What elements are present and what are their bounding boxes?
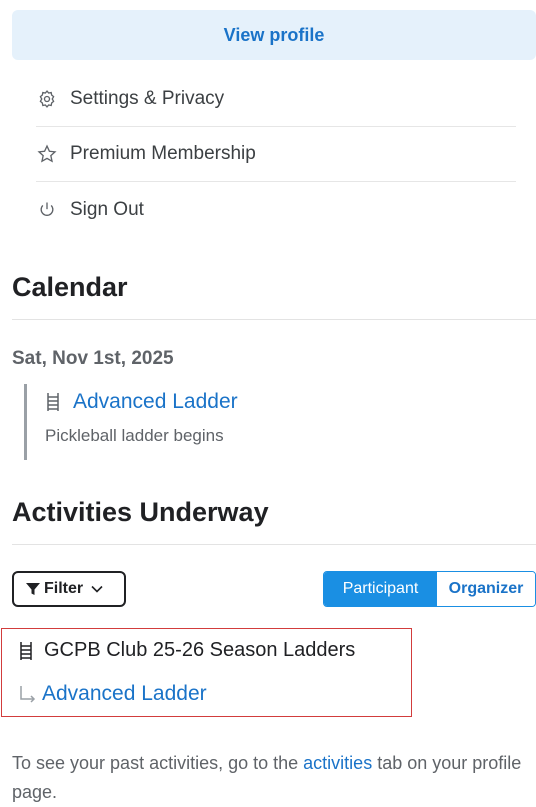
- activity-item: GCPB Club 25-26 Season Ladders Advanced …: [1, 628, 412, 717]
- participant-tab[interactable]: Participant: [324, 572, 437, 606]
- activity-parent: GCPB Club 25-26 Season Ladders: [18, 639, 355, 662]
- menu-item-sign-out[interactable]: Sign Out: [36, 182, 516, 237]
- calendar-date: Sat, Nov 1st, 2025: [12, 348, 174, 369]
- power-icon: [36, 199, 58, 221]
- activity-child-link[interactable]: Advanced Ladder: [18, 682, 207, 706]
- chevron-down-icon: [91, 585, 103, 593]
- ladder-icon: [18, 641, 34, 661]
- star-icon: [36, 143, 58, 165]
- role-toggle: Participant Organizer: [323, 571, 536, 607]
- calendar-event-description: Pickleball ladder begins: [45, 426, 224, 445]
- menu-item-label: Sign Out: [70, 198, 144, 220]
- activity-parent-title: GCPB Club 25-26 Season Ladders: [44, 639, 356, 661]
- past-activities-note: To see your past activities, go to the a…: [12, 749, 536, 807]
- calendar-heading: Calendar: [12, 272, 128, 302]
- footnote-text-before: To see your past activities, go to the: [12, 753, 299, 773]
- view-profile-button[interactable]: View profile: [12, 10, 536, 60]
- funnel-icon: [26, 582, 40, 596]
- child-arrow-icon: [18, 684, 38, 704]
- menu-item-settings[interactable]: Settings & Privacy: [36, 72, 516, 127]
- filter-label: Filter: [44, 580, 84, 597]
- calendar-event: Advanced Ladder Pickleball ladder begins: [24, 384, 238, 460]
- calendar-divider: [12, 319, 536, 320]
- gear-icon: [36, 88, 58, 110]
- activity-child-title: Advanced Ladder: [42, 682, 207, 705]
- ladder-icon: [45, 392, 61, 412]
- menu-item-label: Premium Membership: [70, 143, 256, 164]
- activities-heading: Activities Underway: [12, 497, 269, 527]
- account-menu: Settings & Privacy Premium Membership Si…: [36, 72, 516, 237]
- activities-link[interactable]: activities: [303, 753, 372, 773]
- activities-divider: [12, 544, 536, 545]
- menu-item-label: Settings & Privacy: [70, 88, 225, 109]
- calendar-event-link[interactable]: Advanced Ladder: [45, 390, 238, 414]
- organizer-tab[interactable]: Organizer: [437, 572, 535, 606]
- calendar-event-title: Advanced Ladder: [73, 390, 238, 413]
- menu-item-premium[interactable]: Premium Membership: [36, 127, 516, 182]
- filter-button[interactable]: Filter: [12, 571, 126, 607]
